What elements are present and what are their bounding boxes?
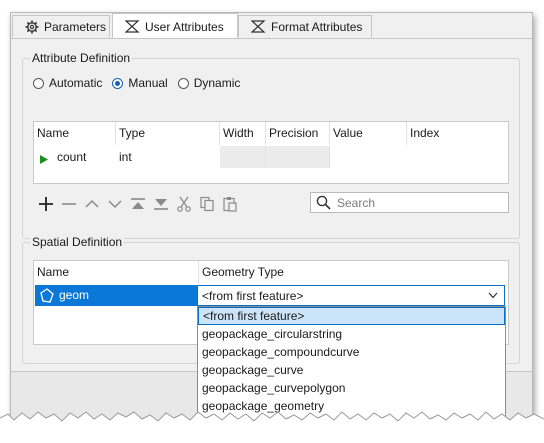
geometry-type-value: <from first feature> <box>202 288 304 303</box>
geometry-icon <box>38 287 55 307</box>
mode-manual-radio[interactable]: Manual <box>112 76 168 90</box>
search-icon <box>316 195 331 210</box>
move-top-icon[interactable] <box>127 193 149 215</box>
add-icon[interactable] <box>35 193 57 215</box>
cell-value[interactable] <box>330 146 407 168</box>
spatial-definition-title: Spatial Definition <box>30 235 125 249</box>
torn-edge <box>0 411 544 443</box>
sigma-icon <box>125 20 140 33</box>
cell-name: geom <box>59 288 90 302</box>
column-header-type[interactable]: Type <box>116 122 220 145</box>
paste-icon[interactable] <box>219 193 241 215</box>
tab-label: Parameters <box>44 19 107 34</box>
move-bottom-icon[interactable] <box>150 193 172 215</box>
move-up-icon[interactable] <box>81 193 103 215</box>
tab-format-attributes[interactable]: Format Attributes <box>238 15 372 37</box>
tab-label: Format Attributes <box>271 19 363 34</box>
dropdown-option[interactable]: geopackage_circularstring <box>198 325 505 343</box>
gear-icon <box>25 20 39 34</box>
chevron-down-icon <box>488 292 498 299</box>
cell-width[interactable] <box>220 146 266 168</box>
cell-name[interactable]: count <box>54 146 116 168</box>
cell-type[interactable]: int <box>116 146 220 168</box>
column-header-value[interactable]: Value <box>330 122 407 145</box>
column-header-geometry-type[interactable]: Geometry Type <box>199 261 508 284</box>
search-placeholder: Search <box>337 195 376 210</box>
tab-label: User Attributes <box>145 19 224 34</box>
mode-dynamic-radio[interactable]: Dynamic <box>177 76 241 90</box>
move-down-icon[interactable] <box>104 193 126 215</box>
remove-icon[interactable] <box>58 193 80 215</box>
attribute-definition-title: Attribute Definition <box>30 51 133 65</box>
column-header-index[interactable]: Index <box>407 122 508 145</box>
radio-label: Manual <box>128 76 168 90</box>
sigma-icon <box>251 20 266 33</box>
tab-user-attributes[interactable]: User Attributes <box>112 13 238 39</box>
column-header-precision[interactable]: Precision <box>266 122 330 145</box>
cell-index[interactable] <box>407 146 508 168</box>
column-header-width[interactable]: Width <box>220 122 266 145</box>
cell-precision[interactable] <box>266 146 330 168</box>
table-row-selected[interactable]: geom <box>35 285 199 306</box>
attributes-dialog: Parameters User Attributes Format Attrib… <box>10 12 533 422</box>
radio-label: Automatic <box>49 76 103 90</box>
mode-automatic-radio[interactable]: Automatic <box>33 76 102 90</box>
dropdown-option[interactable]: geopackage_compoundcurve <box>198 343 505 361</box>
dropdown-option[interactable]: geopackage_curvepolygon <box>198 379 505 397</box>
column-header-name[interactable]: Name <box>34 261 199 284</box>
attribute-table: Name Type Width Precision Value Index co… <box>33 121 509 184</box>
tab-divider <box>11 38 532 39</box>
mode-radio-group: Automatic Manual Dynamic <box>33 76 250 90</box>
tab-parameters[interactable]: Parameters <box>12 15 110 37</box>
copy-icon[interactable] <box>196 193 218 215</box>
tab-bar: Parameters User Attributes Format Attrib… <box>11 13 532 39</box>
table-row[interactable]: count int <box>34 146 508 168</box>
dropdown-option[interactable]: geopackage_curve <box>198 361 505 379</box>
radio-indicator <box>33 77 44 89</box>
radio-indicator <box>177 77 189 89</box>
row-arrow-icon <box>40 153 48 167</box>
geometry-type-select[interactable]: <from first feature> <box>197 285 505 306</box>
radio-indicator-checked <box>112 77 124 89</box>
search-input[interactable]: Search <box>310 192 509 213</box>
dropdown-option[interactable]: <from first feature> <box>198 307 505 325</box>
attribute-toolbar <box>35 193 242 215</box>
radio-label: Dynamic <box>193 76 241 90</box>
cut-icon[interactable] <box>173 193 195 215</box>
column-header-name[interactable]: Name <box>34 122 116 145</box>
